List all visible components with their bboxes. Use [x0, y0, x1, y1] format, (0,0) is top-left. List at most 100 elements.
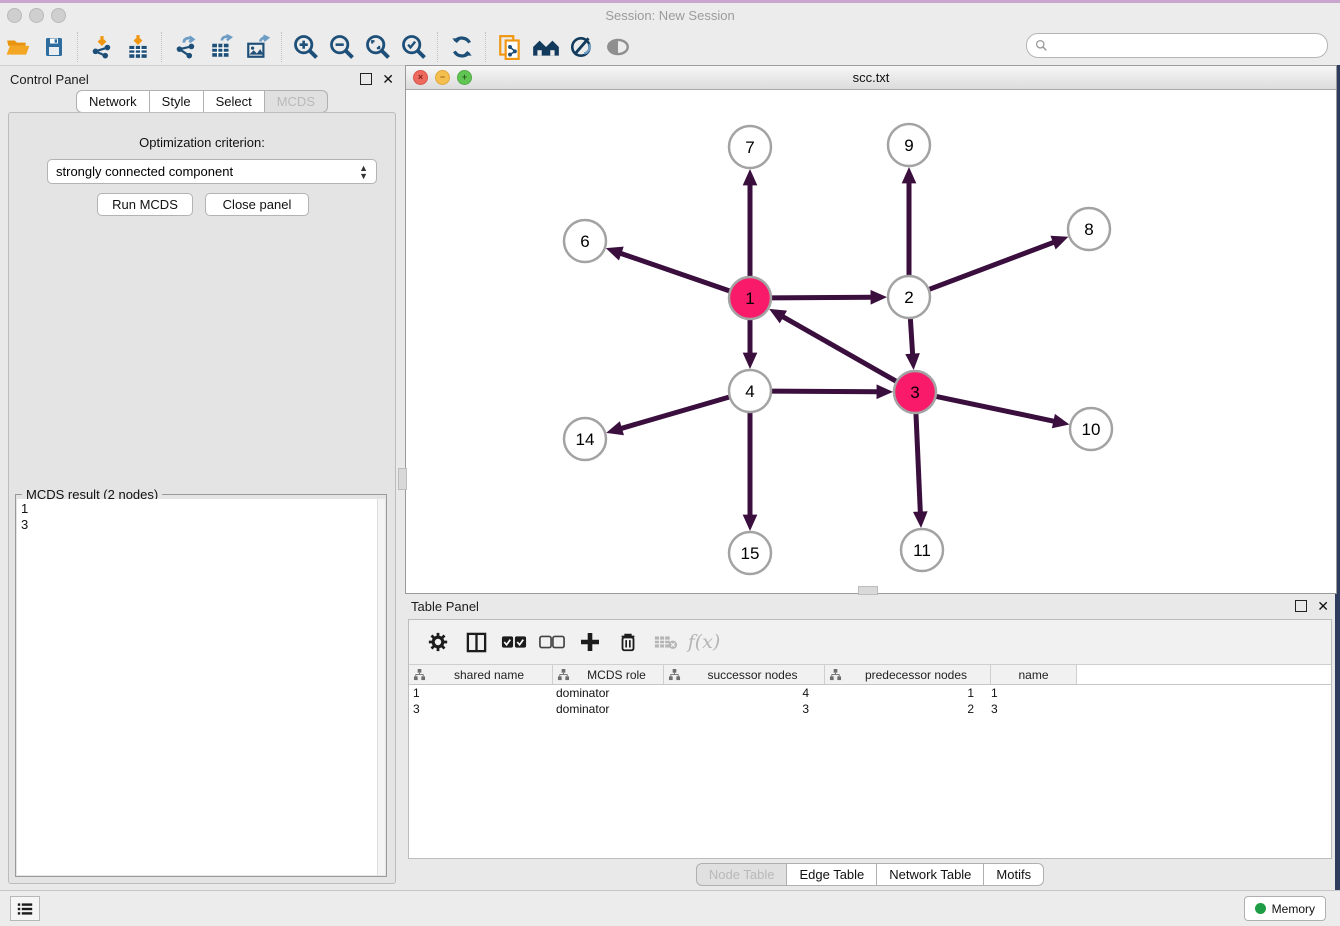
select-all-columns-button[interactable] — [497, 625, 531, 659]
graph-node-7[interactable]: 7 — [729, 126, 771, 168]
edge-1-6[interactable] — [620, 253, 730, 291]
cell-MCDS-role[interactable]: dominator — [552, 685, 662, 701]
graph-node-9[interactable]: 9 — [888, 124, 930, 166]
graph-node-11[interactable]: 11 — [901, 529, 943, 571]
zoom-selected-button[interactable] — [396, 31, 432, 63]
export-table-button[interactable] — [204, 31, 240, 63]
tab-mcds[interactable]: MCDS — [265, 90, 328, 113]
tab-node-table[interactable]: Node Table — [696, 863, 788, 886]
edge-4-14[interactable] — [621, 397, 730, 429]
hierarchy-icon — [557, 669, 570, 681]
close-panel-button[interactable]: Close panel — [205, 193, 309, 216]
import-table-button[interactable] — [120, 31, 156, 63]
toolbar-separator — [485, 32, 487, 62]
network-view-window: × − + scc.txt 7 9 6 8 1 2 4 3 14 10 15 11 — [405, 65, 1337, 594]
task-history-button[interactable] — [10, 896, 40, 921]
edge-3-10[interactable] — [936, 396, 1055, 421]
result-scrollbar[interactable] — [377, 499, 385, 875]
graph-node-14[interactable]: 14 — [564, 418, 606, 460]
table-settings-button[interactable] — [421, 625, 455, 659]
cell-name[interactable]: 1 — [987, 685, 1072, 701]
checked-boxes-icon — [501, 633, 527, 651]
save-session-button[interactable] — [36, 31, 72, 63]
delete-column-button[interactable] — [611, 625, 645, 659]
edge-4-3[interactable] — [771, 391, 878, 392]
show-hidden-button[interactable] — [600, 31, 636, 63]
close-panel-icon[interactable]: ✕ — [382, 74, 394, 84]
graph-node-15[interactable]: 15 — [729, 532, 771, 574]
import-network-button[interactable] — [84, 31, 120, 63]
svg-text:8: 8 — [1084, 220, 1093, 239]
tab-network-table[interactable]: Network Table — [877, 863, 984, 886]
graph-node-3[interactable]: 3 — [894, 371, 936, 413]
cell-MCDS-role[interactable]: dominator — [552, 701, 662, 717]
column-header-MCDS-role[interactable]: MCDS role — [553, 665, 664, 684]
cell-predecessor-nodes[interactable]: 1 — [822, 685, 987, 701]
network-window-titlebar[interactable]: × − + scc.txt — [406, 66, 1336, 90]
export-network-button[interactable] — [168, 31, 204, 63]
first-neighbors-button[interactable] — [528, 31, 564, 63]
zoom-in-icon — [292, 33, 320, 61]
column-header-predecessor-nodes[interactable]: predecessor nodes — [825, 665, 991, 684]
float-panel-icon[interactable] — [1295, 600, 1307, 612]
edge-3-11[interactable] — [916, 413, 920, 513]
graph-node-6[interactable]: 6 — [564, 220, 606, 262]
tab-edge-table[interactable]: Edge Table — [787, 863, 877, 886]
tab-style[interactable]: Style — [150, 90, 204, 113]
edge-2-8[interactable] — [929, 242, 1055, 290]
arrowhead-icon — [606, 421, 624, 435]
column-header-shared-name[interactable]: shared name — [409, 665, 553, 684]
cell-name[interactable]: 3 — [987, 701, 1072, 717]
run-mcds-button[interactable]: Run MCDS — [97, 193, 193, 216]
open-session-button[interactable] — [0, 31, 36, 63]
vertical-split-grip[interactable] — [398, 468, 407, 490]
network-graph[interactable]: 7 9 6 8 1 2 4 3 14 10 15 11 — [406, 90, 1334, 592]
memory-button[interactable]: Memory — [1244, 896, 1326, 921]
column-header-name[interactable]: name — [991, 665, 1077, 684]
graph-node-8[interactable]: 8 — [1068, 208, 1110, 250]
toggle-panes-button[interactable] — [459, 625, 493, 659]
cell-predecessor-nodes[interactable]: 2 — [822, 701, 987, 717]
function-builder-button[interactable]: f(x) — [687, 625, 721, 659]
edge-3-1[interactable] — [782, 316, 897, 381]
table-row[interactable]: 3dominator323 — [409, 701, 1331, 717]
search-input[interactable] — [1053, 38, 1327, 54]
float-panel-icon[interactable] — [360, 73, 372, 85]
criterion-select[interactable]: strongly connected component ▲▼ — [47, 159, 377, 184]
deselect-all-columns-button[interactable] — [535, 625, 569, 659]
svg-text:11: 11 — [913, 541, 931, 560]
export-image-button[interactable] — [240, 31, 276, 63]
add-column-button[interactable] — [573, 625, 607, 659]
search-box[interactable] — [1026, 33, 1328, 58]
graph-node-1[interactable]: 1 — [729, 277, 771, 319]
hide-selected-button[interactable] — [564, 31, 600, 63]
cell-successor-nodes[interactable]: 4 — [662, 685, 822, 701]
clone-network-button[interactable] — [492, 31, 528, 63]
horizontal-split-grip[interactable] — [858, 586, 878, 595]
search-icon — [1035, 39, 1048, 52]
refresh-button[interactable] — [444, 31, 480, 63]
export-table-icon — [209, 34, 235, 60]
mcds-result-text[interactable]: 13 — [17, 499, 378, 875]
svg-text:14: 14 — [576, 430, 595, 449]
graph-node-4[interactable]: 4 — [729, 370, 771, 412]
tab-network[interactable]: Network — [76, 90, 150, 113]
tab-motifs[interactable]: Motifs — [984, 863, 1044, 886]
cell-shared-name[interactable]: 1 — [409, 685, 552, 701]
delete-table-button[interactable] — [649, 625, 683, 659]
network-canvas[interactable]: 7 9 6 8 1 2 4 3 14 10 15 11 — [406, 90, 1336, 593]
edge-2-3[interactable] — [910, 318, 912, 355]
column-header-successor-nodes[interactable]: successor nodes — [664, 665, 825, 684]
zoom-fit-button[interactable] — [360, 31, 396, 63]
tab-select[interactable]: Select — [204, 90, 265, 113]
zoom-in-button[interactable] — [288, 31, 324, 63]
cell-successor-nodes[interactable]: 3 — [662, 701, 822, 717]
edge-1-2[interactable] — [771, 297, 872, 298]
graph-node-10[interactable]: 10 — [1070, 408, 1112, 450]
svg-text:9: 9 — [904, 136, 913, 155]
graph-node-2[interactable]: 2 — [888, 276, 930, 318]
table-row[interactable]: 1dominator411 — [409, 685, 1331, 701]
cell-shared-name[interactable]: 3 — [409, 701, 552, 717]
close-panel-icon[interactable]: ✕ — [1317, 601, 1329, 611]
zoom-out-button[interactable] — [324, 31, 360, 63]
